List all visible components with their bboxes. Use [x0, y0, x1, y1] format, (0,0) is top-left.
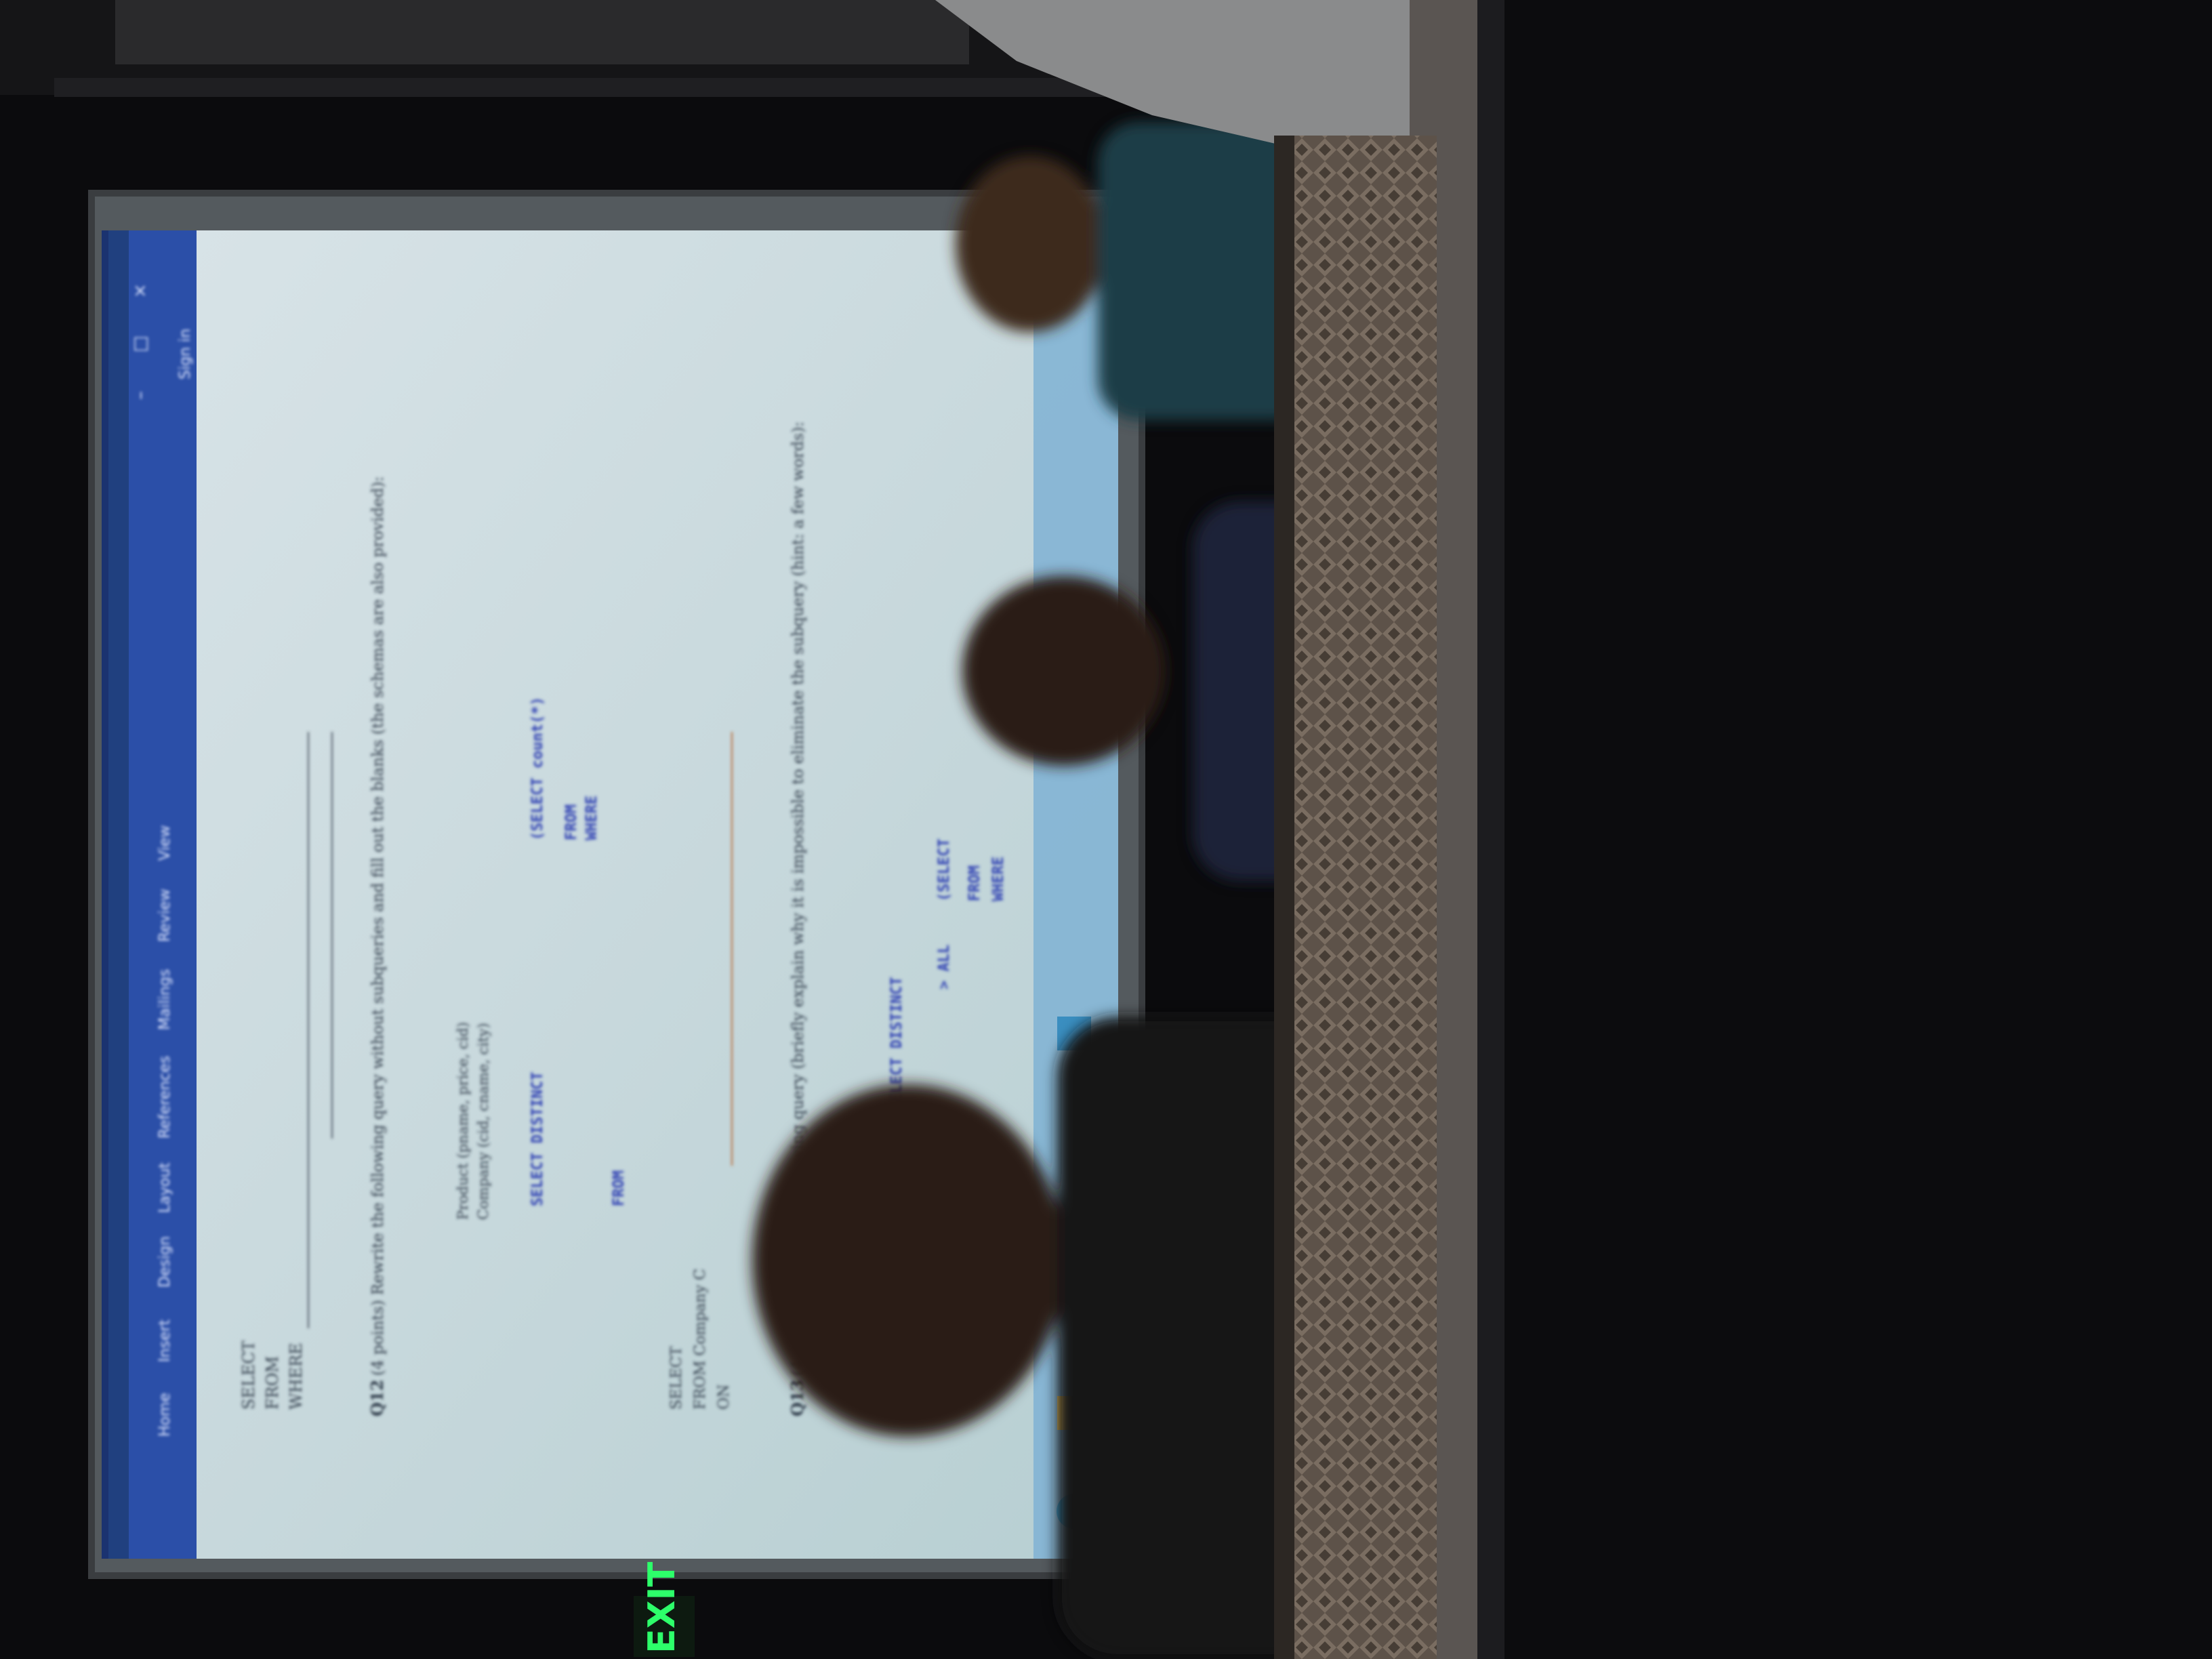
code2-subquery-select: (SELECT — [936, 838, 953, 901]
seat-fabric — [1288, 136, 1437, 1659]
seat-shadow — [1491, 0, 2212, 1659]
code1-from: FROM — [611, 1170, 628, 1206]
query1-select: SELECT — [239, 1340, 258, 1410]
schema-company: Company (cid, cname, city) — [475, 1023, 491, 1220]
q12-question: (4 points) Rewrite the following query w… — [369, 476, 387, 1376]
restore-icon[interactable]: □ — [130, 335, 150, 352]
ribbon-tab-references[interactable]: References — [157, 1056, 173, 1139]
code2-subquery-where: WHERE — [990, 857, 1007, 901]
sign-in-link[interactable]: Sign in — [177, 329, 194, 380]
q12-label: Q12 — [367, 1380, 387, 1416]
query1-where: WHERE — [287, 1343, 306, 1410]
schema-product: Product (pname, price, cid) — [455, 1022, 471, 1220]
lecture-hall-photo: Home Insert Design Layout References Mai… — [0, 0, 2212, 1659]
code1-subquery-select: (SELECT count(*) — [529, 697, 546, 840]
ribbon-tab-insert[interactable]: Insert — [157, 1319, 173, 1362]
code1-subquery-where: WHERE — [583, 796, 600, 840]
audience-head-3 — [752, 1084, 1064, 1437]
code2-subquery-from: FROM — [966, 865, 983, 901]
ribbon-tab-layout[interactable]: Layout — [157, 1162, 173, 1213]
query2-from: FROM Company C — [692, 1269, 709, 1410]
code1-subquery-from: FROM — [563, 804, 580, 840]
ribbon-tab-view[interactable]: View — [157, 825, 173, 861]
code2-all: > ALL — [936, 945, 953, 989]
query1-from: FROM — [263, 1356, 282, 1410]
ribbon-tab-mailings[interactable]: Mailings — [157, 969, 173, 1030]
close-icon[interactable]: × — [130, 283, 150, 298]
ribbon-tab-home[interactable]: Home — [157, 1393, 173, 1437]
query2-on: ON — [716, 1385, 733, 1410]
code1-select: SELECT DISTINCT — [529, 1071, 546, 1206]
audience-head-1 — [956, 156, 1105, 332]
minimize-icon[interactable]: – — [130, 391, 150, 400]
audience-head-2 — [962, 576, 1166, 766]
ribbon-tab-design[interactable]: Design — [157, 1236, 173, 1288]
query2-select: SELECT — [668, 1346, 685, 1410]
exit-sign-text: EXIT — [640, 1561, 683, 1654]
ribbon-tab-review[interactable]: Review — [157, 889, 173, 943]
